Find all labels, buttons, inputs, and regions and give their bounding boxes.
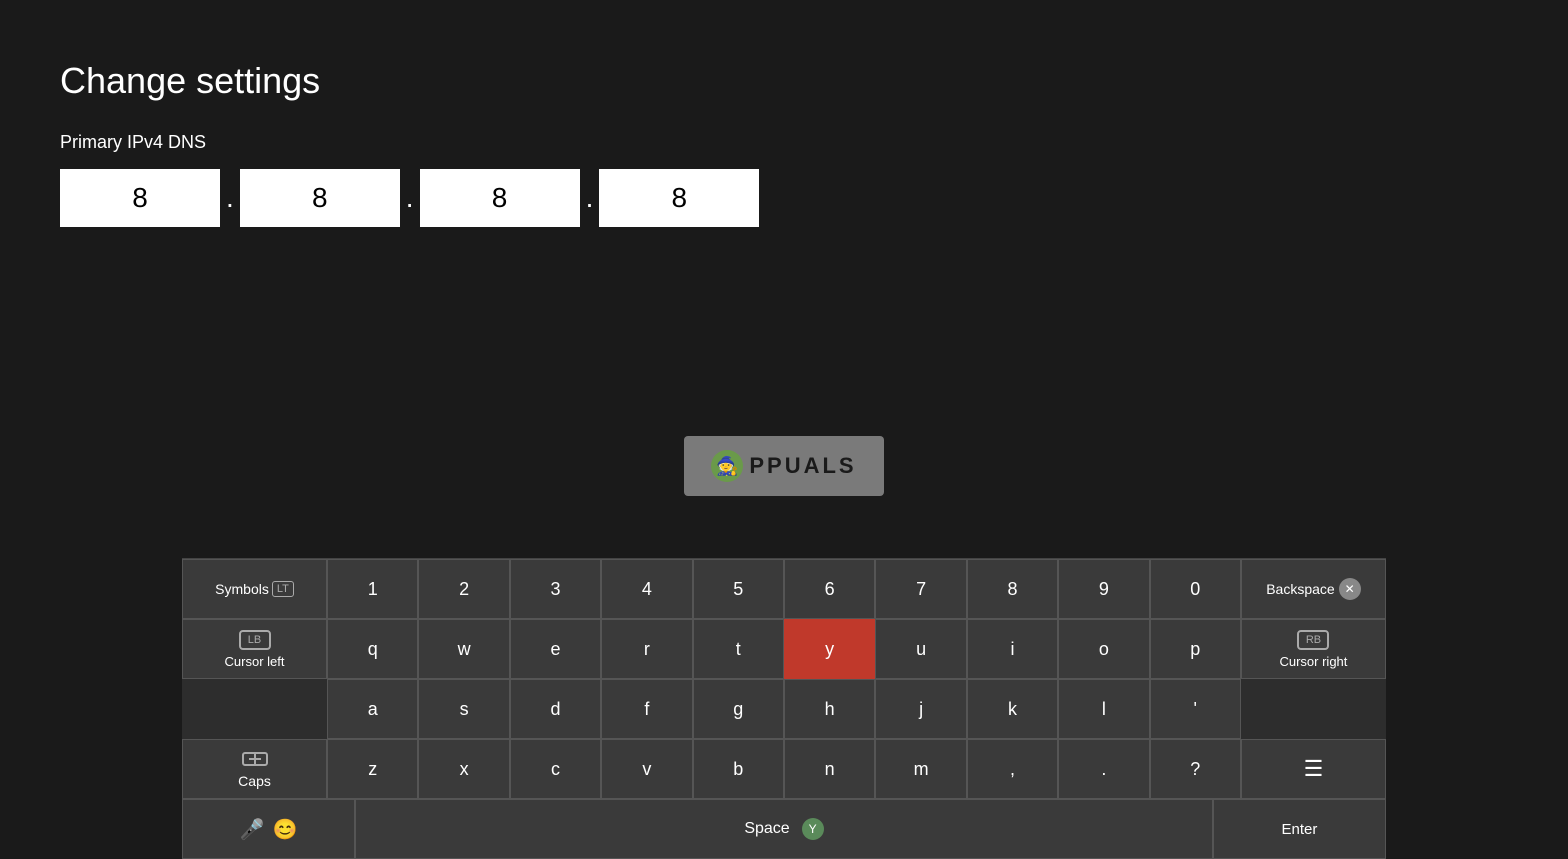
key-g[interactable]: g [693,679,784,739]
key-u[interactable]: u [875,619,966,679]
key-n[interactable]: n [784,739,875,799]
watermark: 🧙 PPUALS [684,436,884,496]
keyboard-row-5: 🎤 😊 Space Y Enter [182,799,1386,859]
key-p[interactable]: p [1150,619,1241,679]
key-i[interactable]: i [967,619,1058,679]
key-y[interactable]: y [784,619,875,679]
dns-dot-3: . [580,182,600,214]
dns-field-2[interactable] [240,169,400,227]
page-title: Change settings [60,60,1508,102]
space-label: Space [744,820,789,838]
key-z[interactable]: z [327,739,418,799]
key-j[interactable]: j [875,679,966,739]
lb-icon: LB [239,630,271,650]
lt-icon: LT [272,581,294,597]
mic-icon: 🎤 [240,817,265,842]
emoji-icon: 😊 [273,817,298,842]
key-h[interactable]: h [784,679,875,739]
key-enter[interactable]: ☰ [1241,739,1386,799]
key-caps[interactable]: Caps [182,739,327,799]
key-b[interactable]: b [693,739,784,799]
key-o[interactable]: o [1058,619,1149,679]
enter-label: Enter [1282,821,1318,838]
key-e[interactable]: e [510,619,601,679]
key-l[interactable]: l [1058,679,1149,739]
key-0[interactable]: 0 [1150,559,1241,619]
keyboard-row-1: Symbols LT 1 2 3 4 5 6 7 8 9 0 Backspace… [182,559,1386,619]
key-5[interactable]: 5 [693,559,784,619]
dns-fields: . . . [60,169,1508,227]
key-cursor-left-spacer [182,679,327,739]
menu-icon: ☰ [1304,756,1324,782]
x-button-icon: ✕ [1339,578,1361,600]
key-w[interactable]: w [418,619,509,679]
key-d[interactable]: d [510,679,601,739]
cursor-right-label: Cursor right [1279,654,1347,669]
dns-field-1[interactable] [60,169,220,227]
key-enter-bottom[interactable]: Enter [1213,799,1386,859]
dns-label: Primary IPv4 DNS [60,132,1508,153]
key-2[interactable]: 2 [418,559,509,619]
dns-dot-2: . [400,182,420,214]
key-mic-emoji[interactable]: 🎤 😊 [182,799,355,859]
watermark-text: PPUALS [749,453,856,479]
key-k[interactable]: k [967,679,1058,739]
caps-icon [241,749,269,769]
dns-field-3[interactable] [420,169,580,227]
key-4[interactable]: 4 [601,559,692,619]
key-a[interactable]: a [327,679,418,739]
keyboard-row-2: LB Cursor left q w e r t y u i o p RB Cu… [182,619,1386,679]
keyboard-row-4: Caps z x c v b n m , . ? ☰ [182,739,1386,799]
y-button-icon: Y [802,818,824,840]
key-comma[interactable]: , [967,739,1058,799]
key-cursor-right-spacer [1241,679,1386,739]
backspace-label: Backspace [1266,581,1334,597]
key-v[interactable]: v [601,739,692,799]
key-c[interactable]: c [510,739,601,799]
watermark-icon: 🧙 [711,450,743,482]
key-6[interactable]: 6 [784,559,875,619]
symbols-label: Symbols [215,581,269,597]
key-3[interactable]: 3 [510,559,601,619]
key-space[interactable]: Space Y [355,799,1213,859]
key-f[interactable]: f [601,679,692,739]
key-r[interactable]: r [601,619,692,679]
key-cursor-left[interactable]: LB Cursor left [182,619,327,679]
dns-dot-1: . [220,182,240,214]
cursor-left-label: Cursor left [225,654,285,669]
rb-icon: RB [1297,630,1329,650]
key-x[interactable]: x [418,739,509,799]
key-s[interactable]: s [418,679,509,739]
key-9[interactable]: 9 [1058,559,1149,619]
key-1[interactable]: 1 [327,559,418,619]
caps-label: Caps [238,773,271,789]
keyboard: Symbols LT 1 2 3 4 5 6 7 8 9 0 Backspace… [182,558,1386,859]
key-7[interactable]: 7 [875,559,966,619]
key-8[interactable]: 8 [967,559,1058,619]
keyboard-row-3: a s d f g h j k l ' [182,679,1386,739]
dns-field-4[interactable] [599,169,759,227]
key-t[interactable]: t [693,619,784,679]
key-apostrophe[interactable]: ' [1150,679,1241,739]
key-cursor-right[interactable]: RB Cursor right [1241,619,1386,679]
key-question[interactable]: ? [1150,739,1241,799]
key-q[interactable]: q [327,619,418,679]
key-symbols[interactable]: Symbols LT [182,559,327,619]
key-period[interactable]: . [1058,739,1149,799]
key-backspace[interactable]: Backspace ✕ [1241,559,1386,619]
key-m[interactable]: m [875,739,966,799]
